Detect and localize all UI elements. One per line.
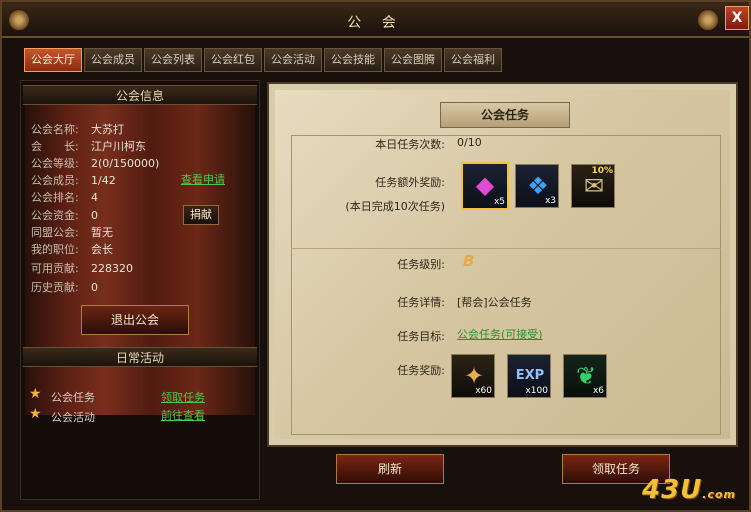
- watermark-logo: 43U.com: [642, 475, 736, 505]
- divider: [291, 248, 721, 249]
- item-quantity: x100: [525, 386, 548, 396]
- info-value: 0: [91, 209, 98, 222]
- mission-reward-label: 任务奖励:: [397, 364, 445, 377]
- logo-text: 43U: [642, 475, 703, 505]
- extra-reward-note: (本日完成10次任务): [345, 200, 445, 213]
- guild-window: 公 会 X 公会大厅 公会成员 公会列表 公会红包 公会活动 公会技能 公会图腾…: [0, 0, 751, 512]
- info-row-level: 公会等级: 2(0/150000): [31, 155, 159, 171]
- tab-guild-activity[interactable]: 公会活动: [264, 48, 322, 72]
- item-quantity: x60: [475, 386, 492, 396]
- tab-guild-skills[interactable]: 公会技能: [324, 48, 382, 72]
- info-row-members: 公会成员: 1/42: [31, 172, 116, 188]
- info-row-leader: 会 长: 江户川柯东: [31, 138, 146, 154]
- info-label: 公会等级:: [31, 157, 79, 170]
- reward-item[interactable]: ✦ x60: [451, 354, 495, 398]
- view-applications-link[interactable]: 查看申请: [181, 171, 225, 187]
- info-value: 1/42: [91, 174, 116, 187]
- tab-bar: 公会大厅 公会成员 公会列表 公会红包 公会活动 公会技能 公会图腾 公会福利: [24, 48, 502, 72]
- info-row-alliance: 同盟公会: 暂无: [31, 224, 113, 240]
- daily-count-value: 0/10: [457, 136, 482, 149]
- donate-button[interactable]: 捐献: [183, 205, 219, 225]
- info-label: 公会名称:: [31, 123, 79, 136]
- item-quantity: x6: [592, 386, 604, 396]
- accept-mission-link[interactable]: 领取任务: [161, 389, 205, 405]
- info-value: 会长: [91, 243, 113, 256]
- star-icon: ★: [29, 406, 42, 422]
- daily-item-name: 公会任务: [51, 391, 95, 404]
- info-value: 0: [91, 281, 98, 294]
- daily-count-label: 本日任务次数:: [375, 138, 445, 151]
- info-value: 江户川柯东: [91, 140, 146, 153]
- go-view-link[interactable]: 前往查看: [161, 407, 205, 423]
- extra-reward-item[interactable]: ❖ x3: [515, 164, 559, 208]
- mission-title: 公会任务: [440, 102, 570, 128]
- mission-detail-label: 任务详情:: [397, 296, 445, 309]
- extra-reward-item[interactable]: ◆ x5: [461, 162, 509, 210]
- daily-item-name: 公会活动: [51, 411, 95, 424]
- reward-item[interactable]: EXP x100: [507, 354, 551, 398]
- reward-item[interactable]: ❦ x6: [563, 354, 607, 398]
- info-label: 历史贡献:: [31, 281, 79, 294]
- info-row-position: 我的职位: 会长: [31, 241, 113, 257]
- corner-ornament-icon: [697, 9, 719, 31]
- info-row-available-contribution: 可用贡献: 228320: [31, 260, 133, 276]
- info-row-funds: 公会资金: 0: [31, 207, 98, 223]
- tab-guild-red-packet[interactable]: 公会红包: [204, 48, 262, 72]
- info-value: 4: [91, 191, 98, 204]
- logo-suffix: .com: [702, 488, 737, 501]
- info-label: 公会成员:: [31, 174, 79, 187]
- daily-activity-header: 日常活动: [23, 347, 257, 367]
- title-bar: 公 会 X: [2, 2, 749, 38]
- mission-level-label: 任务级别:: [397, 258, 445, 271]
- info-label: 我的职位:: [31, 243, 79, 256]
- guild-info-panel: 公会信息 公会名称: 大苏打 会 长: 江户川柯东 公会等级: 2(0/150000)…: [20, 80, 260, 500]
- info-value: 大苏打: [91, 123, 124, 136]
- item-quantity: x5: [493, 197, 505, 207]
- guild-mission-panel: 公会任务 本日任务次数: 0/10 任务额外奖励: (本日完成10次任务) ◆ …: [267, 82, 738, 447]
- tab-guild-totem[interactable]: 公会图腾: [384, 48, 442, 72]
- info-value: 暂无: [91, 226, 113, 239]
- info-label: 同盟公会:: [31, 226, 79, 239]
- window-title: 公 会: [347, 15, 404, 31]
- mission-target-label: 任务目标:: [397, 330, 445, 343]
- info-value: 2(0/150000): [91, 157, 160, 170]
- quit-guild-button[interactable]: 退出公会: [81, 305, 189, 335]
- tab-guild-hall[interactable]: 公会大厅: [24, 48, 82, 72]
- mission-detail-value: [帮会]公会任务: [457, 296, 532, 309]
- mission-target-link[interactable]: 公会任务(可接受): [457, 326, 543, 342]
- guild-info-header: 公会信息: [23, 85, 257, 105]
- info-row-rank: 公会排名: 4: [31, 189, 98, 205]
- info-row-history-contribution: 历史贡献: 0: [31, 279, 98, 295]
- info-label: 可用贡献:: [31, 262, 79, 275]
- info-label: 公会资金:: [31, 209, 79, 222]
- info-row-name: 公会名称: 大苏打: [31, 121, 124, 137]
- tab-guild-members[interactable]: 公会成员: [84, 48, 142, 72]
- extra-reward-label: 任务额外奖励:: [375, 176, 445, 189]
- tab-guild-welfare[interactable]: 公会福利: [444, 48, 502, 72]
- close-button[interactable]: X: [725, 6, 749, 30]
- extra-reward-item[interactable]: ✉ 10%: [571, 164, 615, 208]
- info-label: 公会排名:: [31, 191, 79, 204]
- item-percent: 10%: [591, 166, 613, 176]
- star-icon: ★: [29, 386, 42, 402]
- info-value: 228320: [91, 262, 133, 275]
- item-quantity: x3: [544, 196, 556, 206]
- tab-guild-list[interactable]: 公会列表: [144, 48, 202, 72]
- mission-parchment: 公会任务 本日任务次数: 0/10 任务额外奖励: (本日完成10次任务) ◆ …: [275, 90, 730, 439]
- mission-level-value: B: [463, 252, 475, 270]
- refresh-button[interactable]: 刷新: [336, 454, 444, 484]
- info-label: 会 长:: [31, 140, 79, 153]
